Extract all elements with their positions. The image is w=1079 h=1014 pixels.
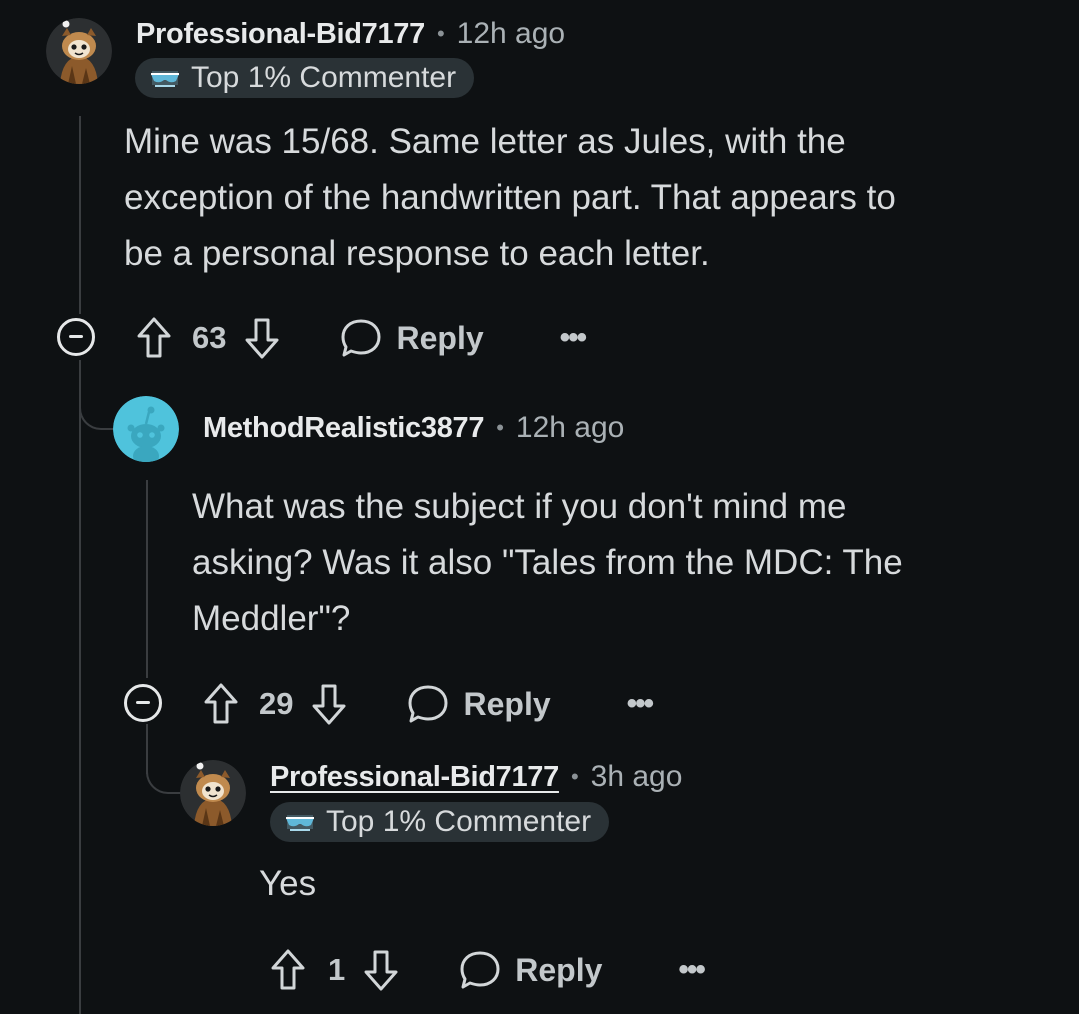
thread-curve-3: [146, 724, 182, 794]
timestamp[interactable]: 3h ago: [591, 760, 683, 794]
more-options-button[interactable]: •••: [678, 953, 705, 987]
vote-count: 29: [259, 686, 294, 721]
comment-body: Mine was 15/68. Same letter as Jules, wi…: [124, 114, 1024, 282]
username-link[interactable]: Professional-Bid7177: [270, 761, 559, 794]
collapse-thread-button[interactable]: [57, 318, 95, 356]
badge-label: Top 1% Commenter: [326, 805, 592, 838]
more-options-button[interactable]: •••: [560, 321, 587, 355]
reply-button[interactable]: Reply: [459, 950, 602, 990]
separator-dot: •: [436, 21, 445, 46]
reply-label: Reply: [515, 951, 603, 988]
thread-line-1-bottom[interactable]: [79, 360, 81, 1014]
downvote-button[interactable]: [363, 948, 399, 992]
user-flair-badge[interactable]: Top 1% Commenter: [270, 802, 610, 842]
downvote-button[interactable]: [244, 316, 280, 360]
comment-body: Yes: [259, 856, 1039, 912]
username-link[interactable]: Professional-Bid7177: [136, 18, 425, 51]
comment-line: Mine was 15/68. Same letter as Jules, wi…: [124, 122, 846, 161]
comment-header: Professional-Bid7177 • 3h ago: [270, 757, 682, 797]
timestamp[interactable]: 12h ago: [516, 411, 624, 445]
comment-header: Professional-Bid7177 • 12h ago: [136, 14, 565, 54]
speech-bubble-icon: [408, 685, 448, 723]
avatar[interactable]: [46, 18, 112, 84]
reply-label: Reply: [396, 319, 484, 356]
comment-line: exception of the handwritten part. That …: [124, 178, 896, 217]
upvote-button[interactable]: [270, 948, 306, 992]
avatar[interactable]: [180, 760, 246, 826]
comment-line: Meddler"?: [192, 599, 351, 638]
separator-dot: •: [496, 415, 504, 440]
sunglasses-badge-icon: [151, 71, 179, 87]
comment-thread: Professional-Bid7177 • 12h ago Top 1% Co…: [0, 0, 1079, 1014]
comment-actions: 29 Reply •••: [203, 680, 654, 728]
speech-bubble-icon: [460, 951, 500, 989]
upvote-button[interactable]: [136, 316, 172, 360]
comment-line: asking? Was it also "Tales from the MDC:…: [192, 543, 903, 582]
comment-header: MethodRealistic3877 • 12h ago: [203, 408, 624, 448]
thread-curve-2: [79, 360, 115, 430]
upvote-button[interactable]: [203, 682, 239, 726]
reply-button[interactable]: Reply: [407, 684, 551, 724]
username-link[interactable]: MethodRealistic3877: [203, 412, 484, 445]
timestamp[interactable]: 12h ago: [457, 17, 565, 51]
comment-actions: 63 Reply •••: [136, 314, 587, 362]
snoo-avatar-icon: [180, 760, 246, 826]
comment-line: be a personal response to each letter.: [124, 234, 710, 273]
separator-dot: •: [570, 764, 579, 789]
comment-line: Yes: [259, 864, 317, 903]
avatar[interactable]: [113, 396, 179, 462]
reply-label: Reply: [463, 685, 551, 722]
thread-line-1-top[interactable]: [79, 116, 81, 314]
user-flair-badge[interactable]: Top 1% Commenter: [135, 58, 475, 98]
downvote-button[interactable]: [311, 682, 347, 726]
badge-label: Top 1% Commenter: [191, 61, 457, 94]
reply-button[interactable]: Reply: [340, 318, 484, 358]
more-options-button[interactable]: •••: [627, 687, 654, 721]
default-snoo-avatar-icon: [113, 396, 179, 462]
vote-count: 63: [192, 320, 227, 355]
thread-line-2-top[interactable]: [146, 480, 148, 678]
comment-actions: 1 Reply •••: [270, 946, 706, 994]
sunglasses-badge-icon: [286, 815, 314, 831]
speech-bubble-icon: [341, 319, 381, 357]
collapse-thread-button[interactable]: [124, 684, 162, 722]
comment-line: What was the subject if you don't mind m…: [192, 487, 847, 526]
vote-count: 1: [328, 952, 346, 987]
snoo-avatar-icon: [46, 18, 112, 84]
comment-body: What was the subject if you don't mind m…: [192, 479, 1052, 647]
